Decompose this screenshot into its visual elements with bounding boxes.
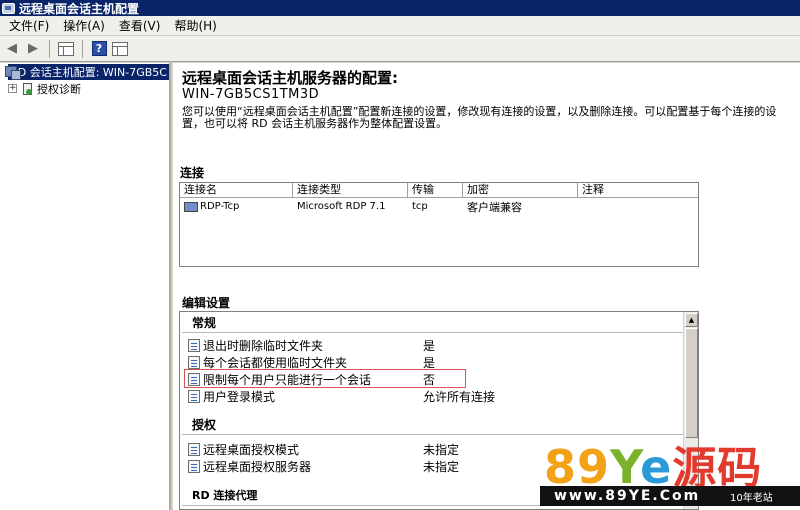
- console-tree: RD 会话主机配置: WIN-7GB5C + 授权诊断: [0, 63, 171, 510]
- setting-delete-temp-folders[interactable]: 退出时删除临时文件夹 是: [188, 337, 684, 353]
- watermark-tagline: 10年老站: [730, 492, 773, 504]
- server-name: WIN-7GB5CS1TM3D: [182, 87, 320, 102]
- setting-label: 远程桌面授权服务器: [203, 459, 312, 474]
- show-hide-console-tree-icon[interactable]: [57, 40, 75, 58]
- menu-help[interactable]: 帮助(H): [169, 17, 225, 34]
- property-icon: [188, 389, 200, 403]
- toolbar-divider: [82, 39, 83, 58]
- setting-label: 远程桌面授权模式: [203, 442, 300, 457]
- help-icon[interactable]: ?: [90, 40, 108, 58]
- edit-settings-heading: 编辑设置: [182, 296, 231, 310]
- column-header-type[interactable]: 连接类型: [293, 183, 408, 197]
- column-header-transport[interactable]: 传输: [408, 183, 463, 197]
- column-header-name[interactable]: 连接名: [180, 183, 293, 197]
- highlight-box: [184, 369, 466, 388]
- group-connection-broker-title: RD 连接代理: [192, 489, 258, 502]
- watermark-logo: 89Ye源码 www.89YE.Com 10年老站: [540, 430, 800, 510]
- menu-bar: 文件(F) 操作(A) 查看(V) 帮助(H): [0, 16, 800, 36]
- watermark-bar: www.89YE.Com 10年老站: [540, 486, 800, 506]
- setting-value: 未指定: [423, 459, 460, 474]
- table-header: 连接名 连接类型 传输 加密 注释: [180, 183, 698, 198]
- setting-value: 是: [423, 338, 436, 353]
- menu-action[interactable]: 操作(A): [58, 17, 114, 34]
- setting-value: 未指定: [423, 442, 460, 457]
- setting-label: 用户登录模式: [203, 389, 276, 404]
- connections-table: 连接名 连接类型 传输 加密 注释 RDP-Tcp Microsoft RDP …: [179, 182, 699, 267]
- setting-label: 每个会话都使用临时文件夹: [203, 355, 348, 370]
- setting-value: 允许所有连接: [423, 389, 496, 404]
- connection-icon: [184, 201, 198, 212]
- property-icon: [188, 338, 200, 352]
- page-description: 您可以使用“远程桌面会话主机配置”配置新连接的设置，修改现有连接的设置，以及删除…: [182, 105, 777, 130]
- group-divider: [182, 332, 684, 333]
- column-header-comment[interactable]: 注释: [578, 183, 698, 197]
- setting-temp-folder-per-session[interactable]: 每个会话都使用临时文件夹 是: [188, 354, 684, 370]
- connection-transport: tcp: [412, 201, 428, 212]
- connection-type: Microsoft RDP 7.1: [297, 201, 386, 212]
- page-title: 远程桌面会话主机服务器的配置:: [182, 69, 399, 87]
- toolbar: ◀ ▶ ?: [0, 36, 800, 62]
- group-licensing-title: 授权: [192, 418, 217, 432]
- action-pane-icon[interactable]: [111, 40, 129, 58]
- connections-heading: 连接: [180, 166, 205, 180]
- tree-item-rd-session-host[interactable]: RD 会话主机配置: WIN-7GB5C: [0, 63, 169, 80]
- property-icon: [188, 355, 200, 369]
- forward-arrow-icon[interactable]: ▶: [24, 40, 42, 58]
- menu-view[interactable]: 查看(V): [114, 17, 170, 34]
- window-title: 远程桌面会话主机配置: [19, 1, 140, 16]
- expand-icon[interactable]: +: [8, 84, 17, 93]
- tree-item-label: 授权诊断: [37, 82, 81, 96]
- menu-file[interactable]: 文件(F): [4, 17, 58, 34]
- property-icon: [188, 442, 200, 456]
- back-arrow-icon[interactable]: ◀: [3, 40, 21, 58]
- scroll-up-icon[interactable]: ▲: [685, 313, 698, 327]
- tree-item-label: RD 会话主机配置: WIN-7GB5C: [8, 63, 169, 80]
- tree-item-licensing-diagnosis[interactable]: + 授权诊断: [0, 80, 169, 97]
- connection-name: RDP-Tcp: [200, 201, 240, 212]
- property-icon: [188, 459, 200, 473]
- setting-user-logon-mode[interactable]: 用户登录模式 允许所有连接: [188, 388, 684, 404]
- connection-encryption: 客户端兼容: [467, 200, 522, 214]
- table-row[interactable]: RDP-Tcp Microsoft RDP 7.1 tcp 客户端兼容: [180, 198, 698, 215]
- app-icon: [2, 2, 15, 14]
- scroll-thumb[interactable]: [685, 328, 698, 438]
- toolbar-divider: [49, 39, 50, 58]
- watermark-url: www.89YE.Com: [554, 488, 701, 504]
- setting-label: 退出时删除临时文件夹: [203, 338, 324, 353]
- title-bar: 远程桌面会话主机配置: [0, 0, 800, 16]
- setting-value: 是: [423, 355, 436, 370]
- licensing-diagnosis-icon: [21, 82, 33, 95]
- column-header-encryption[interactable]: 加密: [463, 183, 578, 197]
- group-general-title: 常规: [192, 316, 217, 330]
